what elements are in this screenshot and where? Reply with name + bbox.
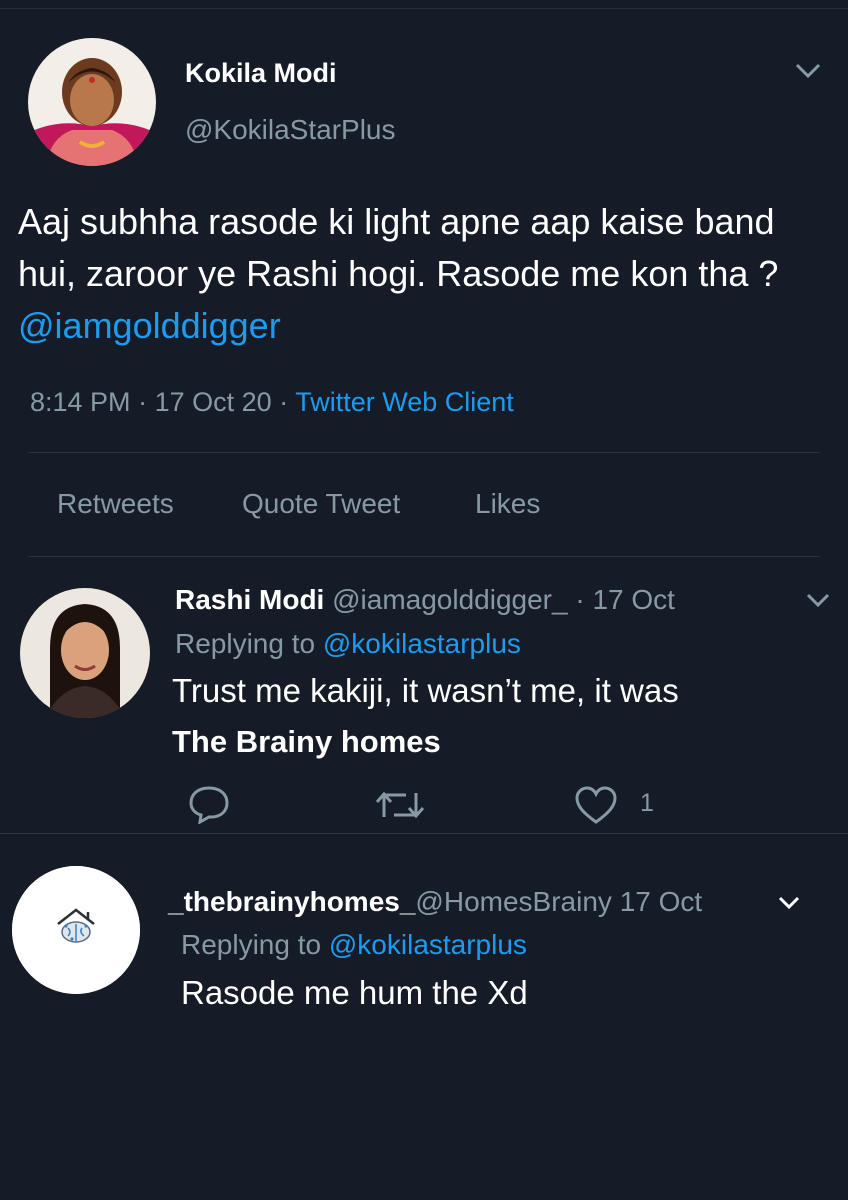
stat-likes[interactable]: Likes [475,488,540,520]
divider [0,833,848,834]
reply-date: 17 Oct [619,886,703,917]
brain-house-logo [12,866,140,994]
meta-separator: · [279,387,289,417]
reply-text: Trust me kakiji, it wasn’t me, it was [172,672,679,709]
reply-author-handle[interactable]: @iamagolddigger_ [332,584,567,615]
chevron-down-icon[interactable] [805,592,831,613]
stat-quote-tweet[interactable]: Quote Tweet [242,488,400,520]
tweet-client-link[interactable]: Twitter Web Client [295,387,514,417]
replying-to-link[interactable]: @kokilastarplus [323,628,521,659]
like-icon[interactable] [573,784,619,831]
tweet-mention-link[interactable]: @iamgolddigger [18,305,281,346]
reply-icon[interactable] [187,784,231,829]
like-count: 1 [640,789,654,817]
tweet-date: 17 Oct 20 [154,387,272,417]
brainyhomes-avatar[interactable] [12,866,140,994]
reply-author-name[interactable]: Rashi Modi [175,584,324,615]
reply-date: · 17 Oct [575,584,675,615]
replying-to: Replying to @kokilastarplus [175,628,521,660]
replying-to-label: Replying to [175,628,316,659]
kokila-avatar[interactable] [28,38,156,166]
replying-to-label: Replying to [181,929,322,960]
reply-text: Rasode me hum the Xd [181,974,528,1011]
reply-header: _thebrainyhomes_@HomesBrainy 17 Oct [168,886,702,918]
chevron-down-icon[interactable] [794,62,822,85]
tweet-text: Aaj subhha rasode ki light apne aap kais… [18,196,833,352]
author-handle[interactable]: @KokilaStarPlus [185,114,396,146]
meta-separator: · [138,387,148,417]
reply-author-handle[interactable]: @HomesBrainy [415,886,611,917]
divider [28,556,820,557]
divider [28,452,820,453]
tweet-body: Aaj subhha rasode ki light apne aap kais… [18,201,779,294]
reply-text-bold: The Brainy homes [172,724,441,759]
retweet-icon[interactable] [372,787,428,828]
stat-retweets[interactable]: Retweets [57,488,174,520]
replying-to: Replying to @kokilastarplus [181,929,527,961]
tweet-meta: 8:14 PM · 17 Oct 20 · Twitter Web Client [30,387,514,418]
author-name[interactable]: Kokila Modi [185,58,337,89]
top-divider [0,8,848,9]
reply-header: Rashi Modi @iamagolddigger_ · 17 Oct [175,584,675,616]
replying-to-link[interactable]: @kokilastarplus [329,929,527,960]
rashi-avatar[interactable] [20,588,150,718]
reply-author-name[interactable]: _thebrainyhomes_ [168,886,415,917]
tweet-time: 8:14 PM [30,387,131,417]
chevron-down-icon[interactable] [778,896,800,915]
